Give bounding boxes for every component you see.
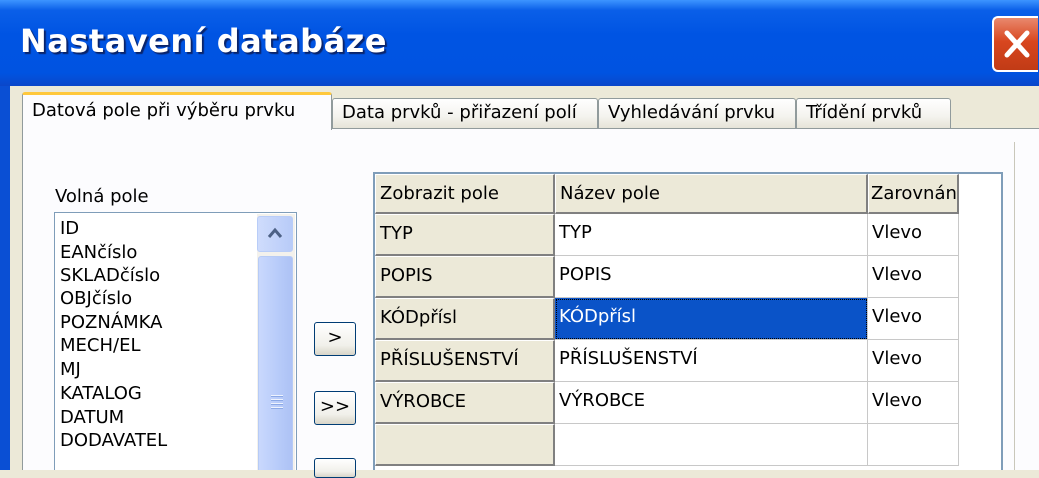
tab-field-assignment[interactable]: Data prvků - přiřazení polí [332, 98, 598, 128]
close-icon [1004, 30, 1030, 58]
list-item[interactable]: ID [60, 219, 79, 238]
grid-cell[interactable]: TYP [555, 214, 868, 256]
free-fields-label: Volná pole [55, 186, 149, 207]
grid-cell[interactable] [868, 424, 959, 466]
column-header-field-name[interactable]: Název pole [555, 174, 868, 214]
grid-cell[interactable]: Vlevo [868, 340, 959, 382]
close-button[interactable] [992, 16, 1038, 72]
grid-cell[interactable]: POPIS [555, 256, 868, 298]
window-frame-left [0, 86, 10, 470]
scroll-thumb[interactable] [258, 256, 293, 470]
list-item[interactable]: MECH/EL [60, 336, 140, 355]
remove-field-button[interactable] [314, 458, 356, 478]
list-item[interactable]: DODAVATEL [60, 431, 167, 450]
grid-cell[interactable]: Vlevo [868, 256, 959, 298]
row-header[interactable]: KÓDpřísl [375, 298, 555, 340]
window-title: Nastavení databáze [20, 22, 387, 60]
row-header[interactable] [375, 424, 555, 466]
column-header-display-field[interactable]: Zobrazit pole [375, 174, 555, 214]
panel-divider [1014, 142, 1015, 470]
list-item[interactable]: KATALOG [60, 384, 142, 403]
grid-cell[interactable]: Vlevo [868, 382, 959, 424]
add-all-fields-button[interactable]: >> [314, 391, 356, 425]
listbox-scrollbar[interactable] [257, 214, 295, 470]
add-field-button[interactable]: > [314, 322, 356, 356]
list-item[interactable]: OBJčíslo [60, 289, 132, 308]
grid-cell[interactable]: Vlevo [868, 298, 959, 340]
list-item[interactable]: DATUM [60, 408, 124, 427]
grip-icon [271, 395, 283, 411]
list-item[interactable]: SKLADčíslo [60, 266, 160, 285]
row-header[interactable]: VÝROBCE [375, 382, 555, 424]
tab-search[interactable]: Vyhledávání prvku [598, 98, 796, 128]
row-header[interactable]: POPIS [375, 256, 555, 298]
list-item[interactable]: EANčíslo [60, 243, 137, 262]
chevron-up-icon [267, 227, 283, 238]
grid-cell-selected[interactable]: KÓDpřísl [555, 298, 868, 340]
column-header-alignment[interactable]: Zarovnání [868, 174, 959, 214]
tab-data-fields[interactable]: Datová pole při výběru prvku [22, 92, 332, 130]
list-item[interactable]: POZNÁMKA [60, 313, 162, 332]
row-header[interactable]: TYP [375, 214, 555, 256]
display-fields-grid[interactable]: Zobrazit pole Název pole Zarovnání TYP T… [373, 172, 1003, 470]
grid-cell[interactable]: VÝROBCE [555, 382, 868, 424]
grid-cell[interactable] [555, 424, 868, 466]
list-item[interactable]: MJ [60, 360, 81, 379]
grid-cell[interactable]: Vlevo [868, 214, 959, 256]
scroll-up-button[interactable] [257, 216, 293, 252]
tab-sorting[interactable]: Třídění prvků [796, 98, 951, 128]
row-header[interactable]: PŘÍSLUŠENSTVÍ [375, 340, 555, 382]
grid-cell[interactable]: PŘÍSLUŠENSTVÍ [555, 340, 868, 382]
title-bar: Nastavení databáze [0, 0, 1039, 86]
